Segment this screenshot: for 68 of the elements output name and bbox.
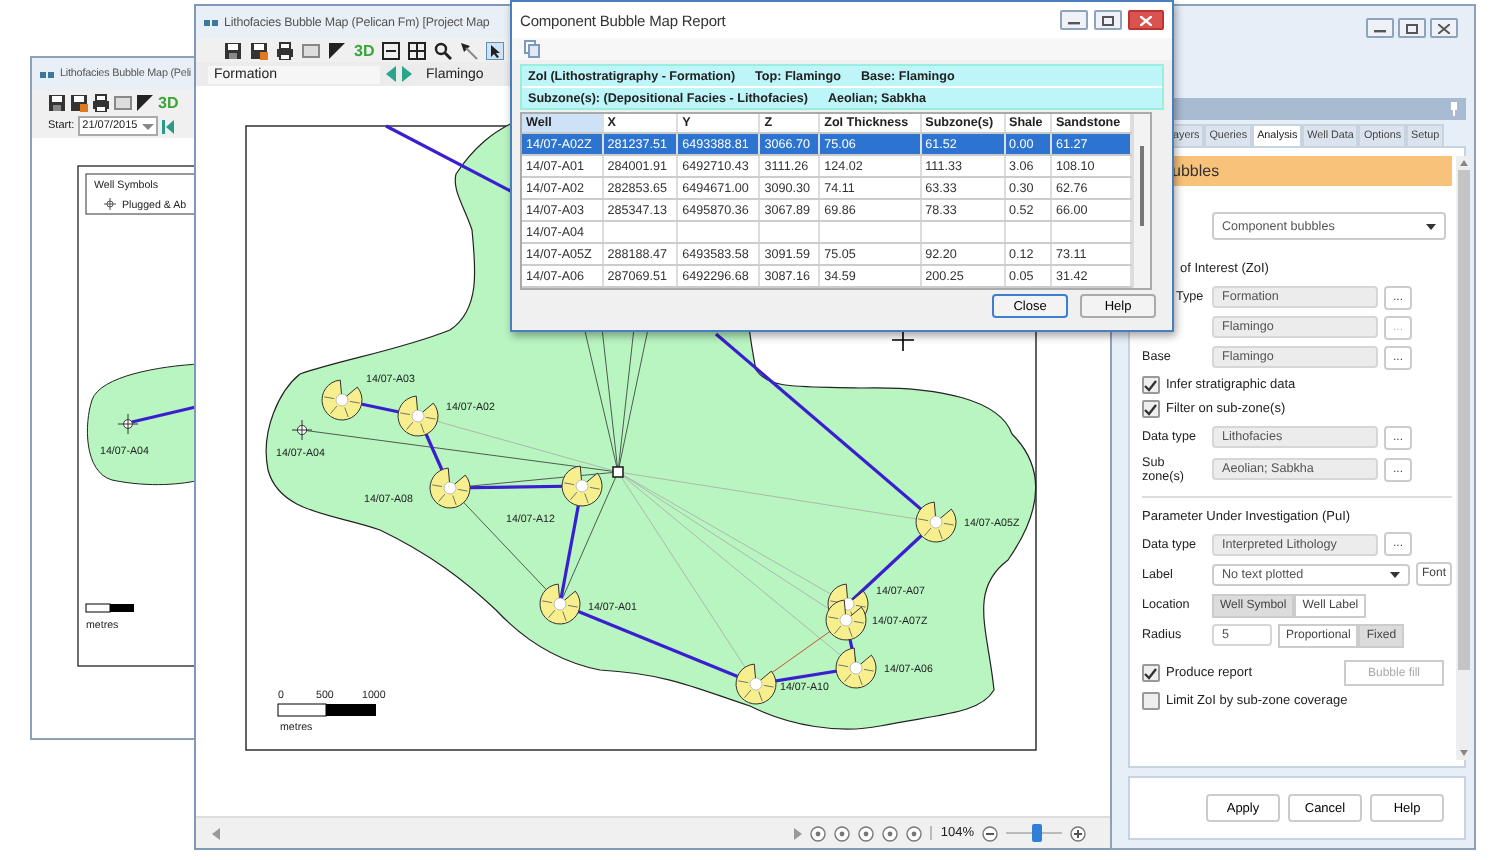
close-button[interactable] [1430, 18, 1458, 38]
app-icon [204, 17, 218, 27]
checkbox[interactable] [1142, 692, 1160, 711]
close-button[interactable] [1128, 10, 1164, 30]
circle-icon[interactable] [858, 825, 875, 841]
triangle-icon[interactable] [136, 93, 154, 111]
well-symbol-icon [103, 197, 117, 211]
pie-bubble [561, 465, 603, 507]
save-as-icon[interactable] [70, 93, 88, 111]
next-icon[interactable] [402, 66, 412, 82]
maximize-button[interactable] [1094, 10, 1122, 30]
close-icon [1438, 23, 1450, 33]
pointer-icon[interactable] [460, 41, 479, 59]
checkmark-icon [1144, 667, 1158, 679]
caret-icon [1426, 223, 1436, 230]
triangle-icon[interactable] [328, 41, 346, 59]
pie-bubble [321, 379, 363, 421]
checkbox[interactable] [1142, 664, 1160, 682]
grid-icon[interactable] [408, 41, 427, 59]
circle-icon[interactable] [882, 825, 899, 841]
pie-bubble [915, 501, 957, 543]
save-icon[interactable] [48, 93, 66, 111]
pie-bubble [735, 663, 777, 705]
zoom-in-icon[interactable] [1070, 825, 1086, 841]
well-marker [291, 419, 313, 441]
dropdown-arrow-icon [141, 123, 154, 129]
circle-icon[interactable] [834, 825, 851, 841]
pie-bubble [825, 599, 867, 641]
pie-bubble [397, 395, 439, 437]
first-icon[interactable] [161, 119, 174, 133]
scroll-up-icon[interactable] [1459, 160, 1468, 166]
app-icon [40, 69, 54, 79]
center-marker [612, 466, 624, 478]
save-as-icon[interactable] [250, 41, 268, 59]
scale-bar [85, 603, 134, 613]
maximize-icon [1406, 23, 1418, 33]
scrollbar[interactable] [1456, 156, 1471, 760]
scroll-thumb[interactable] [1140, 146, 1144, 226]
zoom-out-icon[interactable] [982, 825, 998, 841]
print-icon[interactable] [276, 41, 294, 59]
print-icon[interactable] [92, 93, 110, 111]
previous-icon[interactable] [386, 66, 396, 82]
pie-bubble [429, 467, 471, 509]
scroll-thumb[interactable] [1457, 170, 1470, 670]
minimize-button[interactable] [1366, 18, 1394, 38]
close-icon [1140, 15, 1152, 25]
scroll-down-icon[interactable] [1459, 750, 1468, 756]
scrollbar[interactable] [1132, 114, 1150, 288]
copy-icon[interactable] [524, 40, 540, 58]
slider-thumb[interactable] [1032, 824, 1043, 842]
crosshair-cursor-icon [891, 328, 915, 352]
pie-bubble [539, 583, 581, 625]
circle-icon[interactable] [810, 825, 827, 841]
minimize-button[interactable] [1060, 10, 1088, 30]
search-icon[interactable] [434, 41, 453, 59]
maximize-icon [1102, 15, 1114, 25]
caret-icon [1390, 571, 1400, 578]
well-marker [117, 413, 139, 435]
checkbox[interactable] [1142, 376, 1160, 395]
checkbox[interactable] [1142, 400, 1160, 419]
circle-icon[interactable] [906, 825, 923, 841]
minus-box-icon[interactable] [382, 41, 401, 59]
image-icon[interactable] [302, 41, 320, 59]
maximize-button[interactable] [1398, 18, 1426, 38]
cursor-icon[interactable] [486, 41, 505, 59]
save-icon[interactable] [224, 41, 242, 59]
scale-bar [277, 703, 376, 717]
pie-bubble [835, 647, 877, 689]
